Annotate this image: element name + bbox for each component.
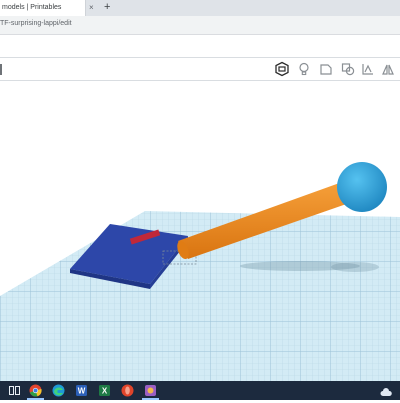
address-bar[interactable]: TF-surprising-lappi/edit bbox=[0, 16, 400, 35]
chrome-icon[interactable] bbox=[29, 384, 42, 397]
weather-cloud-icon[interactable] bbox=[380, 385, 392, 396]
mirror-icon[interactable] bbox=[380, 61, 396, 77]
align-icon[interactable] bbox=[360, 61, 376, 77]
task-view-icon[interactable] bbox=[8, 384, 21, 397]
workplane-icon[interactable] bbox=[318, 61, 334, 77]
toolbar-edge-marker bbox=[0, 64, 2, 75]
url-text[interactable]: TF-surprising-lappi/edit bbox=[0, 20, 72, 27]
svg-text:W: W bbox=[78, 387, 86, 396]
editor-toolbar bbox=[0, 57, 400, 81]
windows-taskbar: W X bbox=[0, 381, 400, 400]
paint-icon[interactable] bbox=[144, 384, 157, 397]
tab-close-button[interactable]: × bbox=[89, 0, 97, 16]
browser-tab[interactable]: models | Printables bbox=[0, 0, 86, 16]
svg-text:X: X bbox=[102, 387, 108, 396]
word-icon[interactable]: W bbox=[75, 384, 88, 397]
group-icon[interactable] bbox=[340, 61, 356, 77]
browser-tab-bar: models | Printables × + bbox=[0, 0, 400, 16]
light-bulb-icon[interactable] bbox=[296, 61, 312, 77]
new-tab-button[interactable]: + bbox=[104, 0, 114, 16]
excel-icon[interactable]: X bbox=[98, 384, 111, 397]
edge-icon[interactable] bbox=[52, 384, 65, 397]
blue-sphere[interactable] bbox=[337, 162, 387, 212]
tab-title: models | Printables bbox=[2, 4, 62, 11]
opera-icon[interactable] bbox=[121, 384, 134, 397]
workplane-canvas[interactable] bbox=[0, 81, 400, 381]
notes-icon[interactable] bbox=[274, 61, 290, 77]
app-header bbox=[0, 35, 400, 57]
sphere-shadow bbox=[331, 262, 379, 272]
